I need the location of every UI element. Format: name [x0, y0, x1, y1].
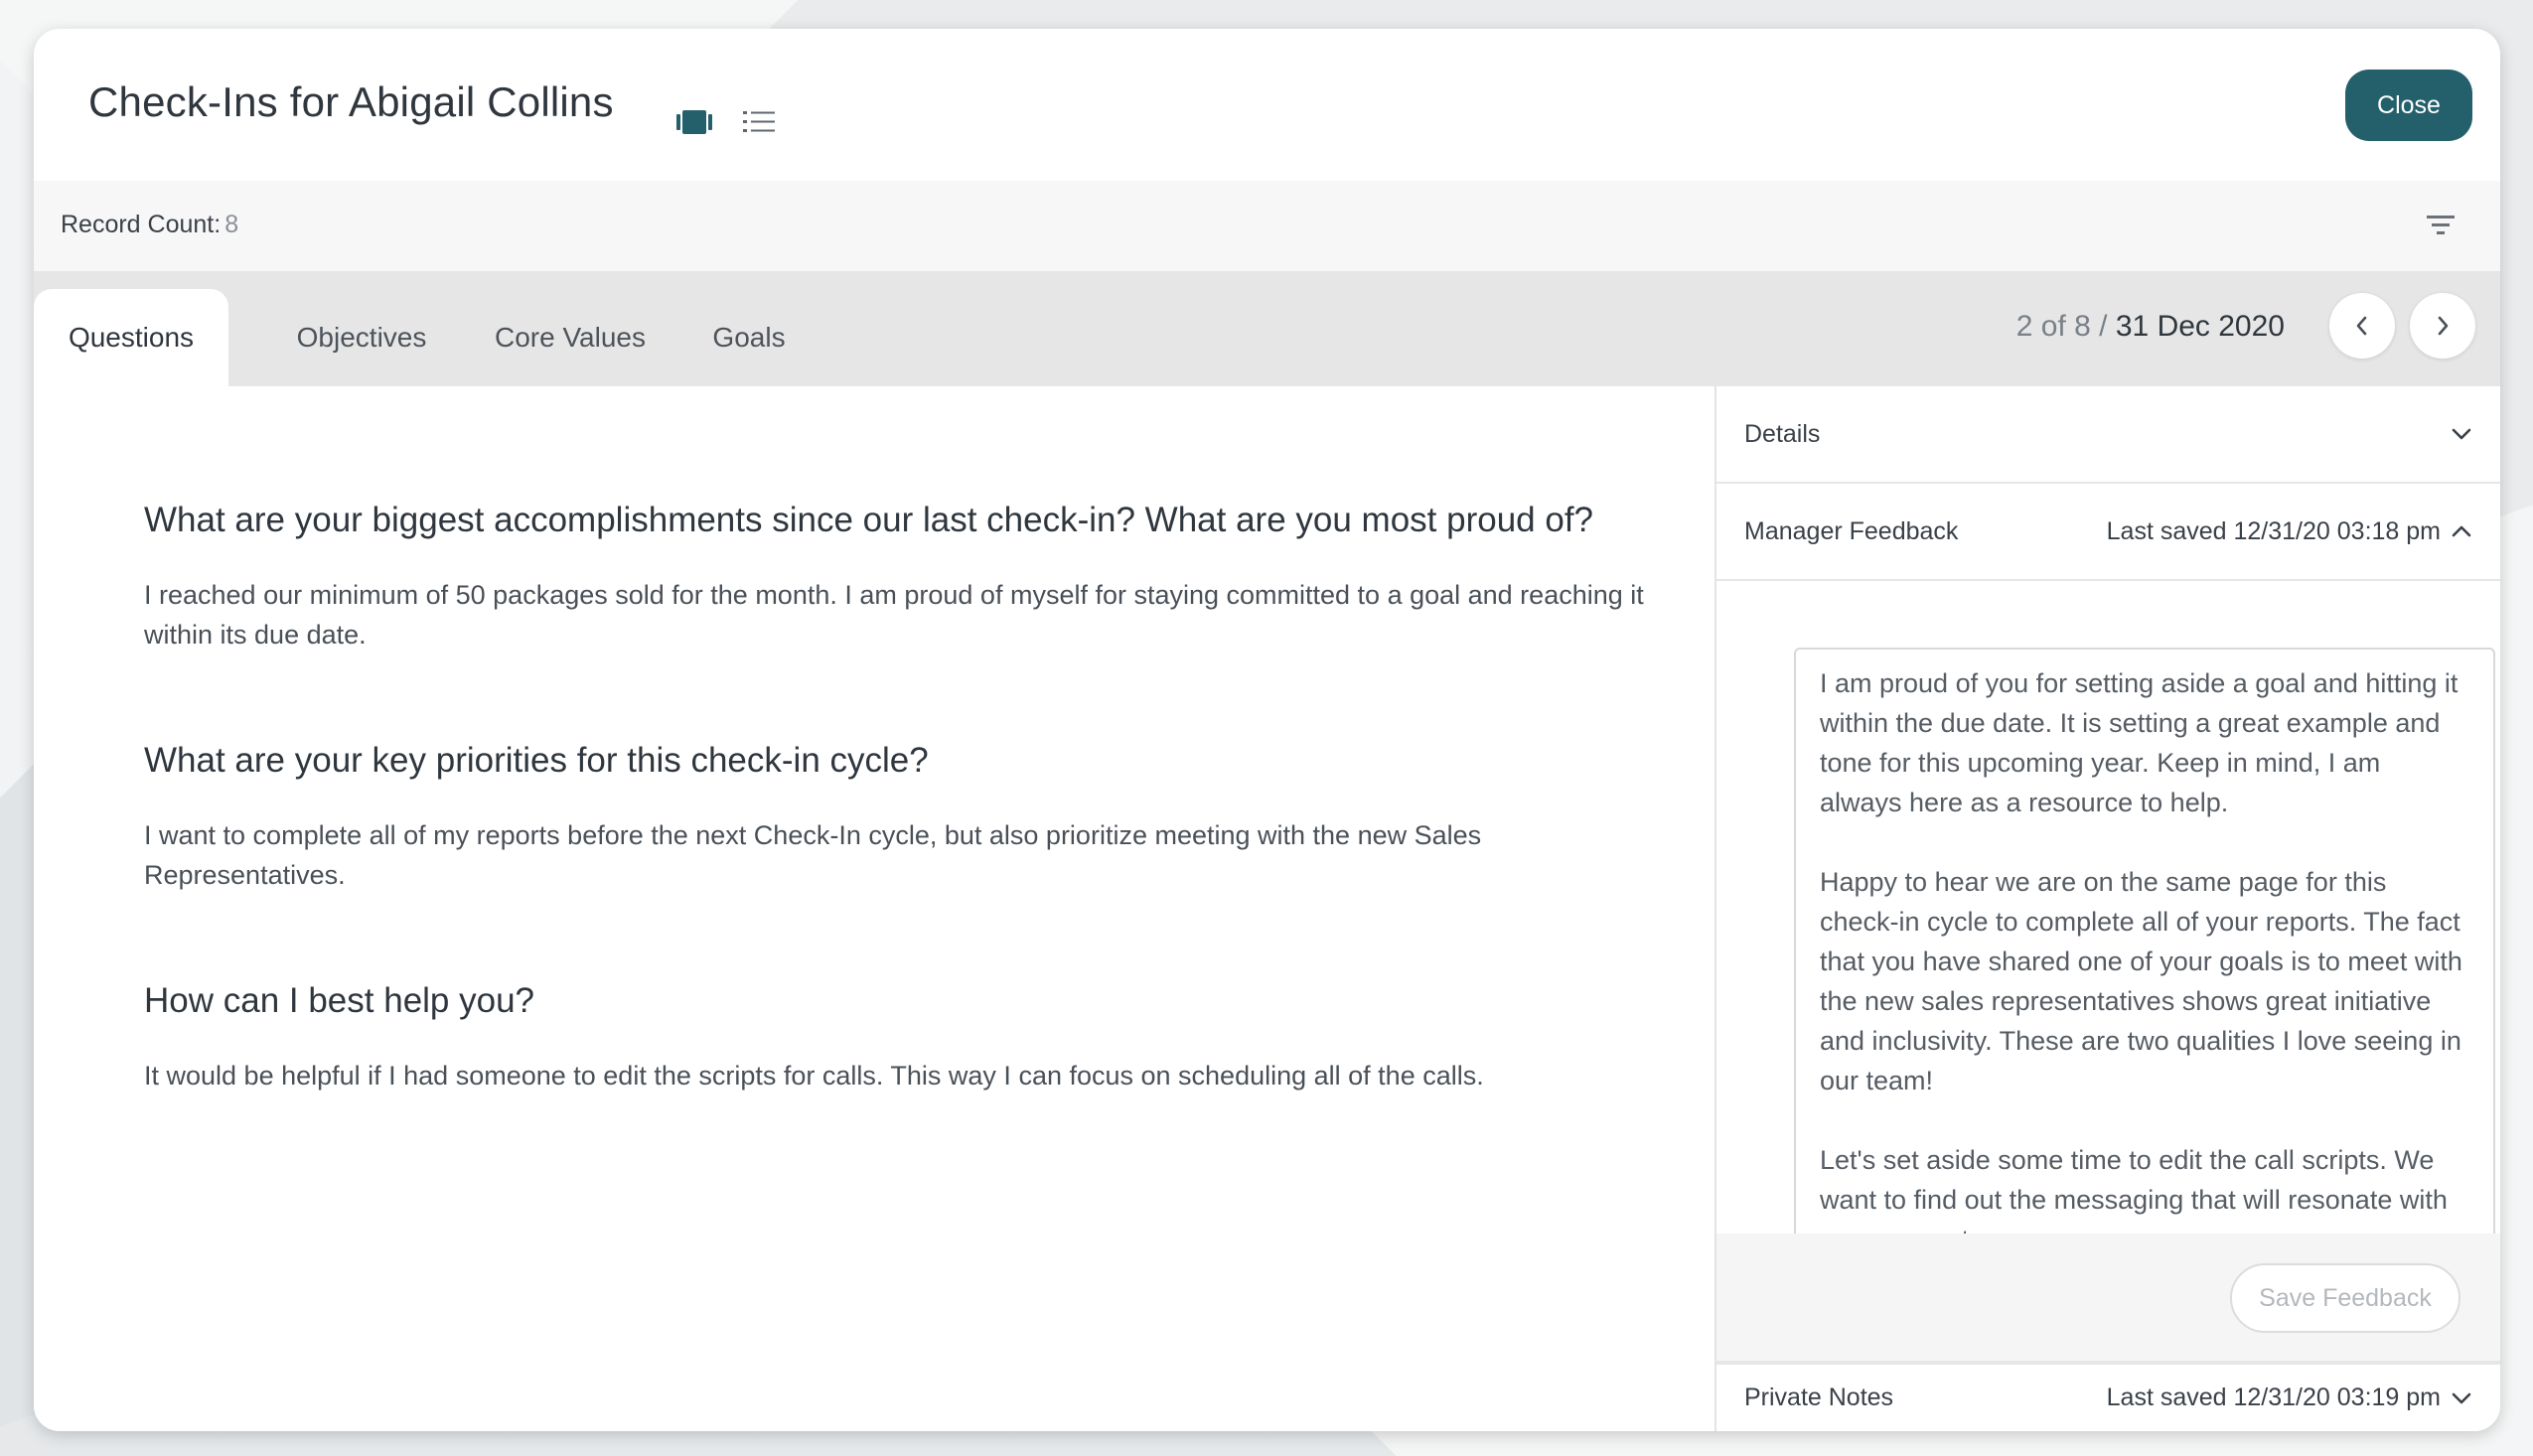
questions-panel [34, 386, 1714, 1431]
manager-feedback-text: I am proud of you for setting aside a go… [1820, 668, 2462, 1234]
private-notes-row[interactable]: Private Notes Last saved 12/31/20 03:19 … [1716, 1363, 2500, 1431]
question-3: How can I best help you? [144, 981, 535, 1020]
private-notes-saved: Last saved 12/31/20 03:19 pm [2106, 1383, 2441, 1411]
tab-questions[interactable]: Questions [34, 289, 228, 386]
tab-core-values[interactable]: Core Values [461, 289, 679, 386]
question-2: What are your key priorities for this ch… [144, 741, 929, 780]
page-title: Check-Ins for Abigail Collins [88, 78, 614, 125]
modal-header: Check-Ins for Abigail Collins Close [34, 29, 2500, 181]
list-view-icon[interactable] [740, 107, 780, 137]
pager-date: 31 Dec 2020 [2115, 310, 2285, 343]
details-row[interactable]: Details [1716, 386, 2500, 484]
chevron-down-icon [2452, 428, 2471, 440]
previous-button[interactable] [2329, 293, 2395, 359]
answer-1: I reached our minimum of 50 packages sol… [144, 580, 1644, 650]
feedback-footer: Save Feedback [1714, 1234, 2500, 1363]
close-button[interactable]: Close [2345, 70, 2472, 141]
chevron-up-icon [2452, 525, 2471, 537]
manager-feedback-label: Manager Feedback [1744, 516, 1959, 545]
tab-goals[interactable]: Goals [679, 289, 819, 386]
question-1: What are your biggest accomplishments si… [144, 501, 1594, 539]
chevron-left-icon [2356, 316, 2367, 336]
details-label: Details [1744, 419, 1821, 448]
next-button[interactable] [2410, 293, 2475, 359]
chevron-down-icon [2452, 1392, 2471, 1403]
manager-feedback-saved: Last saved 12/31/20 03:18 pm [2106, 516, 2441, 545]
record-count-label: Record Count: [61, 211, 222, 238]
check-ins-modal: Check-Ins for Abigail Collins Close Reco… [34, 29, 2500, 1431]
private-notes-label: Private Notes [1744, 1383, 1894, 1411]
record-count-value: 8 [224, 211, 239, 238]
tab-objectives[interactable]: Objectives [262, 289, 461, 386]
manager-feedback-row[interactable]: Manager Feedback Last saved 12/31/20 03:… [1716, 484, 2500, 581]
manager-feedback-textarea[interactable]: I am proud of you for setting aside a go… [1794, 648, 2495, 1234]
record-count: Record Count: 8 [61, 211, 238, 239]
answer-2: I want to complete all of my reports bef… [144, 820, 1482, 890]
card-view-icon[interactable] [674, 107, 714, 137]
pager-indicator: 2 of 8 / 31 Dec 2020 [2016, 310, 2285, 344]
save-feedback-button[interactable]: Save Feedback [2230, 1263, 2460, 1333]
filter-icon[interactable] [2425, 213, 2457, 238]
chevron-right-icon [2438, 316, 2449, 336]
answer-3: It would be helpful if I had someone to … [144, 1061, 1484, 1091]
pager-position: 2 of 8 / [2015, 310, 2108, 343]
